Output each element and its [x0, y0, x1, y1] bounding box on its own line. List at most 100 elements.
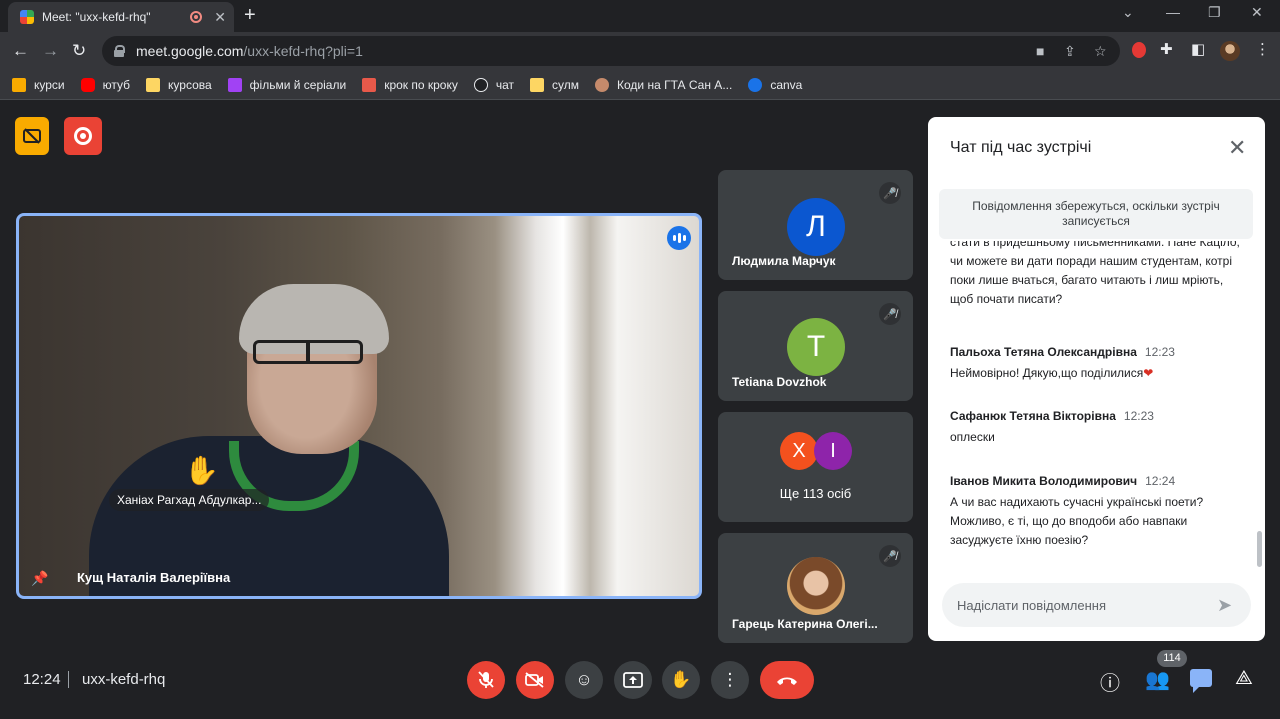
close-window-icon[interactable]: ✕	[1251, 4, 1263, 21]
bookmark-label: Коди на ГТА Сан А...	[617, 77, 733, 92]
bookmark-label: canva	[770, 77, 803, 92]
chat-input-box[interactable]: ➤	[942, 583, 1251, 627]
mic-off-icon: 🎤̸	[879, 545, 901, 567]
participant-name: Гарець Катерина Олегі...	[732, 617, 878, 631]
main-video-tile[interactable]: ✋ Ханіах Рагхад Абдулкар... 📌 Кущ Наталі…	[16, 213, 702, 599]
speaking-indicator-icon	[667, 226, 691, 250]
side-panel-icon[interactable]: ◧	[1191, 40, 1205, 58]
extensions-puzzle-icon[interactable]: ✚	[1160, 40, 1173, 58]
meeting-time: 12:24	[23, 671, 61, 688]
tab-search-icon[interactable]: ⌄	[1122, 4, 1134, 21]
more-vert-icon: ⋮	[721, 670, 739, 689]
chat-icon[interactable]	[1190, 669, 1212, 693]
participant-count-badge: 114	[1157, 650, 1187, 667]
meeting-info-icon[interactable]: ⓘ	[1100, 667, 1120, 696]
extension-red-icon[interactable]	[1132, 42, 1146, 62]
bookmark-label: курсова	[168, 77, 212, 92]
message-text: А чи вас надихають сучасні українські по…	[950, 495, 1204, 547]
divider	[68, 671, 69, 688]
profile-avatar[interactable]	[1220, 41, 1240, 61]
bookmark-label: ютуб	[102, 77, 131, 92]
participant-tile[interactable]: 🎤̸ T Tetiana Dovzhok	[718, 291, 913, 401]
reload-icon[interactable]: ↻	[72, 41, 86, 61]
leave-call-button[interactable]	[760, 661, 814, 699]
bookmark-item[interactable]: ютуб	[80, 77, 131, 92]
avatar: T	[787, 318, 845, 376]
chat-message: Сафанюк Тетяна Вікторівна 12:23 оплески	[950, 407, 1240, 447]
hang-up-icon	[777, 677, 797, 685]
url-host: meet.google.com	[136, 43, 244, 59]
recording-badge[interactable]	[64, 117, 102, 155]
folder-icon	[530, 77, 545, 92]
bookmarks-bar: курси ютуб курсова фільми й серіали крок…	[0, 70, 1280, 100]
meeting-controls-bar: 12:24 uxx-kefd-rhq ☺ ✋ ⋮ ⓘ 114 👥 ⟁	[0, 650, 1280, 719]
more-participants-tile[interactable]: Х І Ще 113 осіб	[718, 412, 913, 522]
youtube-icon	[80, 77, 95, 92]
participant-tile[interactable]: 🎤̸ Л Людмила Марчук	[718, 170, 913, 280]
captions-off-icon[interactable]	[15, 117, 49, 155]
chat-message: Іванов Микита Володимирович 12:24 А чи ва…	[950, 472, 1240, 550]
close-tab-icon[interactable]: ✕	[214, 9, 226, 26]
message-author: Сафанюк Тетяна Вікторівна	[950, 409, 1116, 423]
video-icon	[227, 77, 242, 92]
browser-tab-meet[interactable]: Meet: "uxx-kefd-rhq" ✕	[8, 2, 234, 32]
pin-icon[interactable]: 📌	[31, 570, 48, 587]
bookmark-item[interactable]: canva	[748, 77, 803, 92]
raised-hand-name: Ханіах Рагхад Абдулкар...	[109, 489, 270, 511]
address-bar[interactable]: meet.google.com/uxx-kefd-rhq?pli=1 ■ ⇪ ☆	[102, 36, 1120, 66]
bookmark-item[interactable]: Коди на ГТА Сан А...	[595, 77, 733, 92]
bookmark-label: фільми й серіали	[249, 77, 347, 92]
participant-tile[interactable]: 🎤̸ Гарець Катерина Олегі...	[718, 533, 913, 643]
bookmark-item[interactable]: сулм	[530, 77, 580, 92]
mic-off-button[interactable]	[467, 661, 505, 699]
back-arrow-icon[interactable]: ←	[12, 41, 29, 61]
chat-scrollbar[interactable]	[1257, 531, 1262, 567]
send-icon[interactable]: ➤	[1217, 595, 1232, 616]
people-icon[interactable]: 👥	[1145, 667, 1170, 692]
mic-off-icon	[478, 671, 494, 688]
bookmark-label: сулм	[552, 77, 580, 92]
avatar: Х	[780, 432, 818, 470]
chat-message-partial: стати в придешньому письменниками. Пане …	[950, 241, 1240, 306]
close-chat-icon[interactable]: ✕	[1228, 135, 1246, 161]
gta-icon	[595, 77, 610, 92]
bookmark-item[interactable]: крок по кроку	[362, 77, 458, 92]
reactions-button[interactable]: ☺	[565, 661, 603, 699]
bookmark-item[interactable]: курсова	[146, 77, 212, 92]
bookmark-item[interactable]: чат	[473, 77, 514, 92]
raise-hand-button[interactable]: ✋	[662, 661, 700, 699]
message-text: Неймовірно! Дякую,що поділилися	[950, 366, 1144, 380]
bookmark-label: курси	[34, 77, 65, 92]
minimize-icon[interactable]: —	[1166, 4, 1180, 20]
camera-icon[interactable]: ■	[1036, 43, 1044, 59]
chat-message-input[interactable]	[957, 597, 1207, 613]
emoji-icon: ☺	[575, 670, 593, 689]
camera-off-button[interactable]	[516, 661, 554, 699]
chat-messages[interactable]: стати в придешньому письменниками. Пане …	[928, 241, 1265, 577]
present-button[interactable]	[614, 661, 652, 699]
avatar: Л	[787, 198, 845, 256]
bookmark-item[interactable]: фільми й серіали	[227, 77, 347, 92]
canva-icon	[748, 77, 763, 92]
more-options-button[interactable]: ⋮	[711, 661, 749, 699]
participant-name: Людмила Марчук	[732, 254, 836, 268]
activities-icon[interactable]: ⟁	[1235, 667, 1253, 690]
main-tile-name: Кущ Наталія Валеріївна	[77, 570, 231, 585]
browser-menu-icon[interactable]: ⋮	[1255, 40, 1270, 58]
bookmark-item[interactable]: курси	[12, 77, 65, 92]
message-time: 12:24	[1145, 474, 1176, 488]
chat-panel: Чат під час зустрічі ✕ Повідомлення збер…	[928, 117, 1265, 641]
bookmark-label: крок по кроку	[384, 77, 458, 92]
maximize-icon[interactable]: ❐	[1208, 4, 1221, 21]
forward-arrow-icon[interactable]: →	[42, 41, 59, 61]
mic-off-icon: 🎤̸	[879, 303, 901, 325]
bookmark-star-icon[interactable]: ☆	[1094, 43, 1107, 60]
share-icon[interactable]: ⇪	[1064, 43, 1076, 60]
message-author: Пальоха Тетяна Олександрівна	[950, 345, 1137, 359]
avatar: І	[814, 432, 852, 470]
message-text: оплески	[950, 430, 995, 444]
meeting-code: uxx-kefd-rhq	[82, 671, 166, 688]
new-tab-button[interactable]: +	[244, 4, 256, 27]
url-path: /uxx-kefd-rhq?pli=1	[243, 43, 363, 59]
avatar-photo	[787, 557, 845, 615]
